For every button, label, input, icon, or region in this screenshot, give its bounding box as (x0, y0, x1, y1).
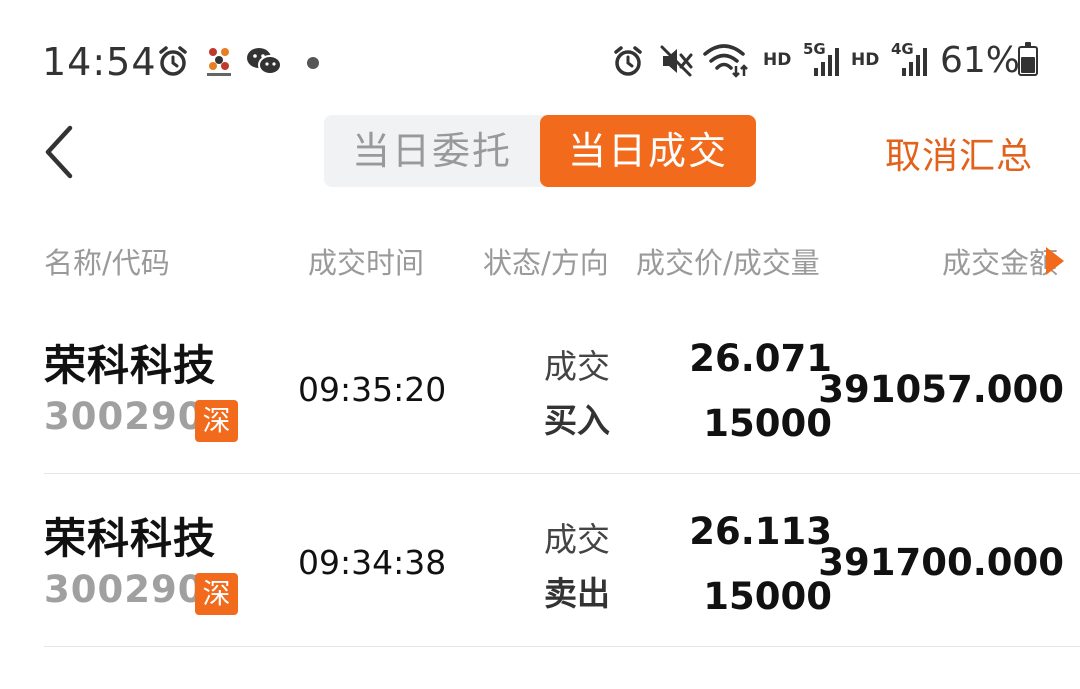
status-bar: 14:54 HD 5G HD 4G 61% (0, 0, 1080, 110)
wechat-icon (247, 48, 282, 75)
hd-label: HD (763, 50, 792, 70)
trade-price: 26.113 (689, 510, 832, 553)
battery-icon (1018, 42, 1038, 76)
trade-amount: 391700.000 (818, 541, 1064, 584)
vibrate-silent-icon (660, 45, 693, 77)
trade-quantity: 15000 (703, 402, 832, 445)
stock-name: 荣科科技 (44, 514, 217, 563)
tab-daily-trades[interactable]: 当日成交 (540, 115, 756, 187)
column-header-name-code: 名称/代码 (44, 246, 170, 280)
app-notification-icon (207, 48, 231, 76)
trade-status: 成交 (544, 520, 610, 559)
battery-fill (1021, 57, 1035, 73)
market-badge: 深 (195, 400, 238, 442)
table-row[interactable]: 荣科科技 300290 深 09:34:38 成交 卖出 26.113 1500… (44, 475, 1080, 647)
row-divider (44, 646, 1080, 647)
table-row[interactable]: 荣科科技 300290 深 09:35:20 成交 买入 26.071 1500… (44, 302, 1080, 474)
trade-direction: 卖出 (544, 574, 610, 613)
column-header-trade-time: 成交时间 (308, 246, 425, 280)
tab-switcher: 当日委托 当日成交 (324, 115, 756, 187)
trade-amount: 391057.000 (818, 368, 1064, 411)
wifi-icon (703, 44, 748, 78)
row-divider (44, 473, 1080, 474)
cancel-summary-button[interactable]: 取消汇总 (885, 127, 1033, 179)
trade-time: 09:35:20 (298, 370, 447, 409)
scroll-right-arrow-icon[interactable] (1046, 247, 1064, 275)
trade-direction: 买入 (544, 401, 610, 440)
trade-time: 09:34:38 (298, 543, 447, 582)
market-badge: 深 (195, 573, 238, 615)
stock-code: 300290 (44, 568, 205, 611)
trade-price: 26.071 (689, 337, 832, 380)
signal-4g-icon (902, 48, 927, 76)
column-header-price-qty: 成交价/成交量 (636, 246, 820, 280)
stock-name: 荣科科技 (44, 341, 217, 390)
alarm-icon (159, 46, 187, 76)
hd-label: HD (851, 50, 880, 70)
battery-percent: 61% (940, 40, 1021, 81)
trade-status: 成交 (544, 347, 610, 386)
back-chevron-icon[interactable] (36, 120, 86, 184)
trade-quantity: 15000 (703, 575, 832, 618)
alarm-icon (614, 46, 642, 76)
signal-5g-icon (814, 48, 839, 76)
tab-daily-orders[interactable]: 当日委托 (324, 115, 540, 187)
stock-code: 300290 (44, 395, 205, 438)
column-header-status-direction: 状态/方向 (483, 246, 609, 280)
dot-icon (307, 57, 319, 69)
status-time: 14:54 (42, 40, 157, 84)
